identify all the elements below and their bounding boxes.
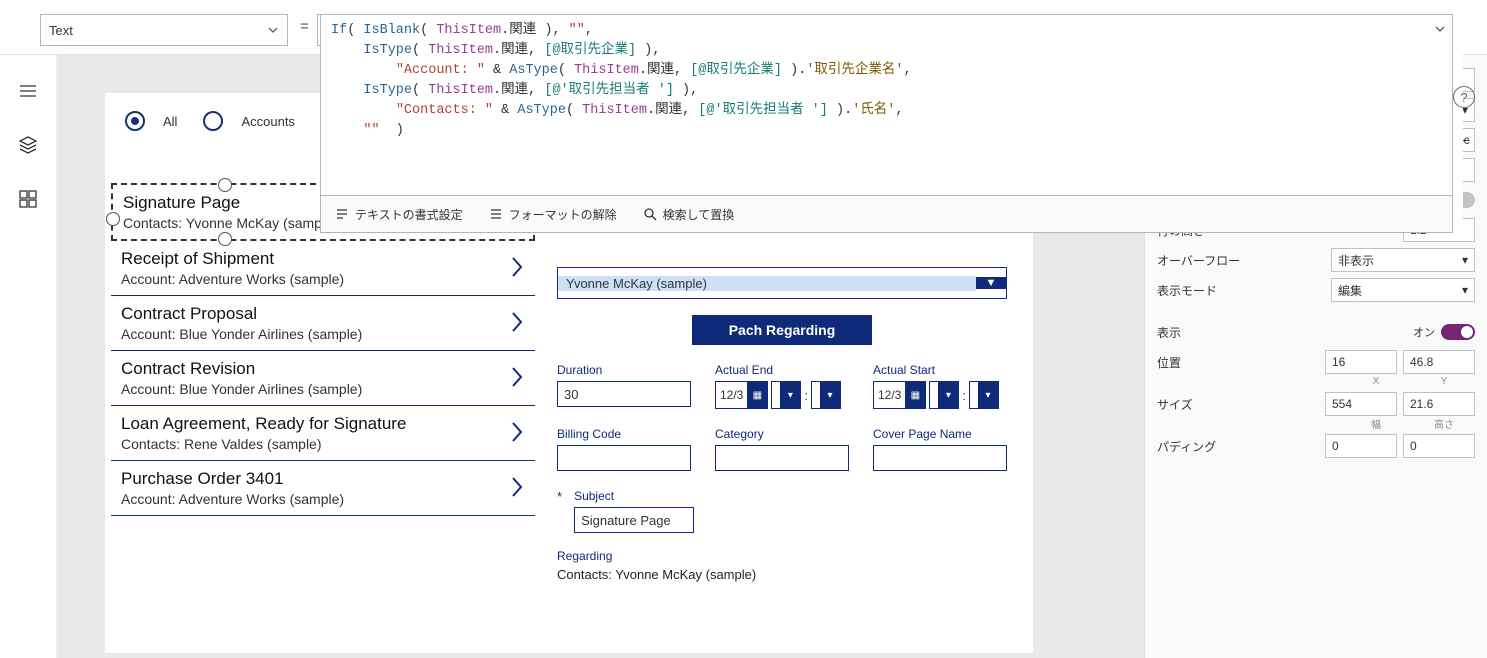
visible-toggle[interactable] <box>1441 324 1475 340</box>
property-selector-value: Text <box>49 23 267 38</box>
y-input[interactable]: 46.8 <box>1403 350 1475 374</box>
chevron-right-icon[interactable] <box>507 254 535 283</box>
formula-bar-toolbar: テキストの書式設定 フォーマットの解除 検索して置換 <box>320 196 1453 233</box>
actual-start-label: Actual Start <box>873 363 1007 377</box>
padding-label: パディング <box>1157 438 1325 455</box>
unformat-icon <box>489 207 503 221</box>
radio-all[interactable] <box>125 111 145 131</box>
regarding-value: Contacts: Yvonne McKay (sample) <box>557 567 1007 582</box>
category-input[interactable] <box>715 445 849 471</box>
regarding-label: Regarding <box>557 549 1007 563</box>
size-label: サイズ <box>1157 396 1325 413</box>
remove-format-button[interactable]: フォーマットの解除 <box>489 206 617 223</box>
billing-code-label: Billing Code <box>557 427 691 441</box>
components-icon[interactable] <box>18 189 38 209</box>
hamburger-icon[interactable] <box>18 81 38 101</box>
cover-page-input[interactable] <box>873 445 1007 471</box>
detail-form: Yvonne McKay (sample) ▼ Pach Regarding D… <box>557 267 1007 582</box>
padding-bottom-input[interactable]: 0 <box>1403 434 1475 458</box>
duration-label: Duration <box>557 363 691 377</box>
equals-sign: = <box>300 18 309 35</box>
chevron-right-icon[interactable] <box>507 419 535 448</box>
billing-code-input[interactable] <box>557 445 691 471</box>
property-selector[interactable]: Text <box>40 14 288 46</box>
width-input[interactable]: 554 <box>1325 392 1397 416</box>
cover-page-label: Cover Page Name <box>873 427 1007 441</box>
actual-end-input[interactable]: 12/3▦ ▾: ▾ <box>715 381 849 409</box>
subject-label: Subject <box>574 489 694 503</box>
search-icon <box>643 207 657 221</box>
calendar-icon[interactable]: ▦ <box>747 382 767 408</box>
chevron-down-icon <box>267 24 279 36</box>
gallery-item[interactable]: Loan Agreement, Ready for SignatureConta… <box>111 406 535 461</box>
chevron-down-icon[interactable]: ▼ <box>976 277 1006 289</box>
item-title: Signature Page <box>123 193 338 213</box>
position-label: 位置 <box>1157 354 1325 371</box>
formula-bar[interactable]: If( IsBlank( ThisItem.関連 ), "", IsType( … <box>320 14 1453 196</box>
display-mode-label: 表示モード <box>1157 282 1331 299</box>
height-input[interactable]: 21.6 <box>1403 392 1475 416</box>
calendar-icon[interactable]: ▦ <box>905 382 925 408</box>
display-mode-select[interactable]: 編集▾ <box>1331 278 1475 302</box>
gallery-item[interactable]: Contract RevisionAccount: Blue Yonder Ai… <box>111 351 535 406</box>
find-replace-button[interactable]: 検索して置換 <box>643 206 735 223</box>
gallery-item[interactable]: Contract ProposalAccount: Blue Yonder Ai… <box>111 296 535 351</box>
format-text-button[interactable]: テキストの書式設定 <box>335 206 463 223</box>
gallery-item[interactable]: Purchase Order 3401Account: Adventure Wo… <box>111 461 535 516</box>
layers-icon[interactable] <box>18 135 38 155</box>
chevron-right-icon[interactable] <box>507 474 535 503</box>
actual-end-label: Actual End <box>715 363 849 377</box>
formula-bar-expanded: If( IsBlank( ThisItem.関連 ), "", IsType( … <box>320 0 1463 233</box>
left-rail <box>0 55 57 658</box>
subject-input[interactable]: Signature Page <box>574 507 694 533</box>
regarding-combo[interactable]: Yvonne McKay (sample) ▼ <box>557 267 1007 299</box>
x-input[interactable]: 16 <box>1325 350 1397 374</box>
gallery-item[interactable]: Receipt of ShipmentAccount: Adventure Wo… <box>111 241 535 296</box>
padding-top-input[interactable]: 0 <box>1325 434 1397 458</box>
radio-accounts[interactable] <box>203 111 223 131</box>
required-indicator: * <box>557 489 562 533</box>
duration-input[interactable]: 30 <box>557 381 691 407</box>
format-icon <box>335 207 349 221</box>
collapse-icon[interactable] <box>1434 23 1446 43</box>
visible-label: 表示 <box>1157 324 1413 341</box>
formula-text: If( IsBlank( ThisItem.関連 ), "", IsType( … <box>331 21 1442 141</box>
category-label: Category <box>715 427 849 441</box>
overflow-select[interactable]: 非表示▾ <box>1331 248 1475 272</box>
chevron-right-icon[interactable] <box>507 364 535 393</box>
chevron-right-icon[interactable] <box>507 309 535 338</box>
actual-start-input[interactable]: 12/3▦ ▾: ▾ <box>873 381 1007 409</box>
patch-regarding-button[interactable]: Pach Regarding <box>692 315 872 345</box>
item-subtitle: Contacts: Yvonne McKay (sample) <box>123 215 338 231</box>
help-icon[interactable]: ? <box>1453 86 1475 108</box>
overflow-label: オーバーフロー <box>1157 252 1331 269</box>
